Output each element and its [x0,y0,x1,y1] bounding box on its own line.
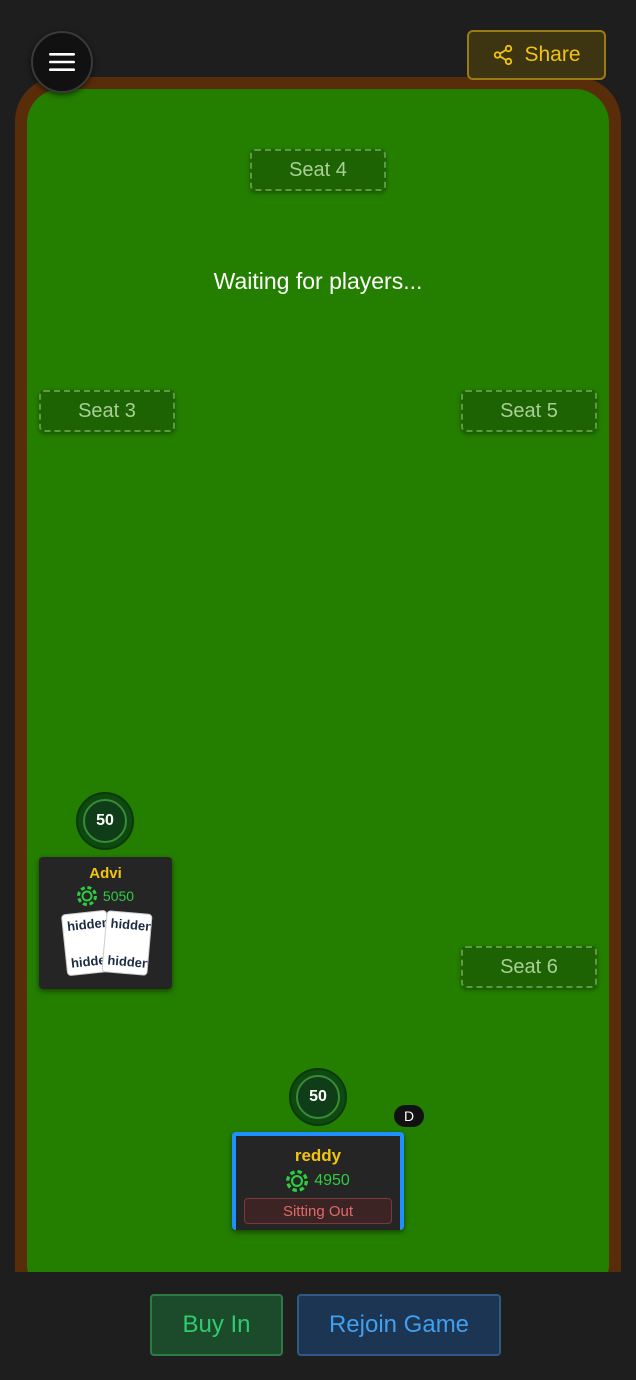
hole-cards-advi: hidden hidden hidden hidden [56,909,156,977]
share-button[interactable]: Share [467,30,606,80]
seat-4[interactable]: Seat 4 [250,149,386,191]
seat-5-label: Seat 5 [500,399,558,422]
bet-chip-advi: 50 [76,792,134,850]
seat-3[interactable]: Seat 3 [39,390,175,432]
share-label: Share [524,43,581,66]
menu-button[interactable] [31,31,93,93]
bet-amount-reddy: 50 [296,1075,340,1119]
sitting-out-badge: Sitting Out [244,1198,392,1224]
player-stack-advi: 5050 [39,886,172,906]
player-box-reddy[interactable]: reddy 4950 Sitting Out [232,1132,404,1230]
seat-6-label: Seat 6 [500,955,558,978]
card-text: hidden [109,915,153,935]
bet-chip-reddy: 50 [289,1068,347,1126]
seat-3-label: Seat 3 [78,399,136,422]
player-box-advi[interactable]: Advi 5050 hidden hidden hidden hidden [39,857,172,989]
stack-amount-reddy: 4950 [314,1172,350,1189]
chip-icon [286,1170,309,1192]
hamburger-icon [49,53,75,71]
rejoin-game-button[interactable]: Rejoin Game [297,1294,501,1356]
seat-5[interactable]: Seat 5 [461,390,597,432]
card-text: hidden [106,952,151,972]
card-text: hidden [65,914,110,934]
chip-icon [76,886,97,906]
player-stack-reddy: 4950 [236,1170,400,1192]
dealer-button: D [394,1105,424,1127]
poker-app: Share Seat 4 Seat 3 Seat 5 Seat 6 Waitin… [0,0,636,1380]
status-message: Waiting for players... [213,268,423,294]
stack-amount-advi: 5050 [102,888,135,904]
bet-amount-advi: 50 [83,799,127,843]
seat-4-label: Seat 4 [289,158,347,181]
buy-in-button[interactable]: Buy In [150,1294,283,1356]
player-name-advi: Advi [89,865,122,882]
card-back: hidden hidden [100,910,153,976]
share-icon [494,44,513,66]
player-name-reddy: reddy [294,1146,342,1165]
seat-6[interactable]: Seat 6 [461,946,597,988]
